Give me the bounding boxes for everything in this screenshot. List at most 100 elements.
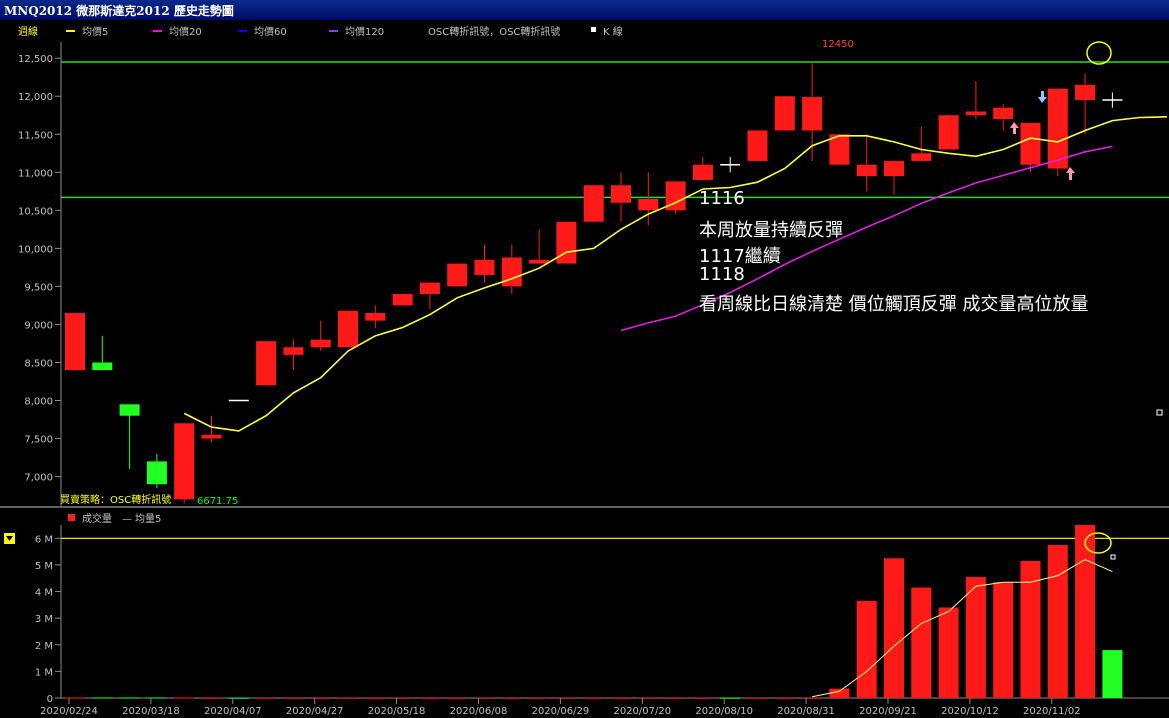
candle-body	[474, 259, 495, 275]
candle	[556, 221, 577, 264]
candle	[174, 423, 195, 504]
volume-legend: 成交量	[82, 512, 112, 525]
volume-bar	[392, 697, 413, 699]
legend-label: 均價60	[254, 25, 287, 38]
candle-body	[965, 111, 986, 116]
y-tick-label: 4 M	[35, 588, 53, 599]
y-tick-label: 0	[47, 694, 53, 705]
volume-bar	[256, 697, 277, 699]
candle	[1047, 88, 1068, 177]
volume-bar	[310, 697, 331, 699]
volume-legend-swatch	[68, 514, 75, 521]
panel-divider[interactable]	[0, 506, 1169, 508]
candle-body	[856, 164, 877, 177]
volume-bar	[501, 697, 522, 699]
candle-body	[392, 294, 413, 306]
candle-body	[611, 185, 631, 203]
x-tick-label: 2020/04/07	[204, 706, 262, 717]
candle-body	[774, 96, 795, 131]
y-tick-label: 5 M	[35, 561, 53, 572]
volume-bar	[92, 697, 113, 699]
candle-body	[747, 130, 768, 161]
candle-body	[65, 313, 85, 371]
candle	[665, 181, 686, 215]
candle-body	[556, 221, 577, 264]
volume-legend-dash: —	[122, 514, 132, 525]
candle-body	[692, 164, 713, 180]
candle	[256, 341, 277, 386]
x-tick-label: 2020/07/20	[613, 706, 671, 717]
annotation-line: 1118	[699, 264, 745, 285]
x-tick-label: 2020/05/18	[368, 706, 426, 717]
window-titlebar: MNQ2012 微那斯達克2012 歷史走勢圖	[0, 0, 1169, 20]
candle-body	[283, 347, 304, 355]
volume-bar	[938, 607, 959, 698]
volume-bar	[884, 558, 904, 698]
candle-body	[119, 404, 140, 416]
chart-canvas: 週線 均價5 均價20 均價60 均價120 OSC轉折訊號，OSC轉折訊號 K 線 7,…	[0, 20, 1169, 718]
candle-body	[993, 107, 1014, 120]
x-tick-label: 2020/06/29	[532, 706, 590, 717]
volume-bar	[720, 697, 741, 699]
volume-bar	[802, 697, 823, 699]
y-tick-label: 10,500	[18, 206, 53, 217]
candle	[392, 294, 413, 306]
candle	[747, 130, 768, 161]
y-tick-label: 2 M	[35, 641, 53, 652]
volume-bar	[1047, 544, 1068, 698]
volume-bar	[829, 688, 850, 698]
window-title: MNQ2012 微那斯達克2012 歷史走勢圖	[4, 4, 234, 18]
volume-bar	[774, 697, 795, 699]
y-tick-label: 12,500	[18, 54, 53, 65]
candle-body	[884, 160, 904, 177]
legend-label: 均價20	[169, 25, 202, 38]
x-tick-label: 2020/08/10	[695, 706, 753, 717]
volume-bar	[474, 697, 495, 699]
volume-bar	[556, 697, 577, 699]
candle-body	[146, 461, 167, 485]
x-tick-label: 2020/04/27	[286, 706, 344, 717]
volume-bar	[174, 697, 195, 699]
candle	[338, 310, 358, 348]
volume-bar	[65, 697, 85, 699]
y-tick-label: 12,000	[18, 92, 53, 103]
y-tick-label: 9,500	[24, 282, 53, 293]
volume-bar	[747, 697, 768, 699]
legend-label: 均價5	[82, 25, 108, 38]
candle-body	[1047, 88, 1068, 169]
y-tick-label: 11,500	[18, 130, 53, 141]
volume-bar	[283, 697, 304, 699]
candle-body	[338, 310, 358, 348]
candle-body	[1020, 122, 1041, 165]
annotation-line: 1116	[699, 188, 745, 209]
y-tick-label: 3 M	[35, 614, 53, 625]
volume-bar	[447, 697, 468, 699]
candle	[65, 313, 85, 371]
volume-bar	[1020, 560, 1041, 698]
y-tick-label: 11,000	[18, 168, 53, 179]
candle-body	[802, 97, 823, 131]
y-tick-label: 7,500	[24, 435, 53, 446]
x-tick-label: 2020/02/24	[40, 706, 98, 717]
candle	[583, 185, 604, 222]
x-tick-label: 2020/10/12	[941, 706, 999, 717]
candle-body	[583, 185, 604, 222]
y-tick-label: 10,000	[18, 244, 53, 255]
volume-bar	[965, 576, 986, 698]
x-tick-label: 2020/11/02	[1023, 706, 1081, 717]
y-tick-label: 8,000	[24, 397, 53, 408]
volume-bar	[529, 697, 550, 699]
annotation-line: 本周放量持續反彈	[699, 220, 843, 241]
candle	[938, 115, 959, 150]
candle-body	[419, 282, 440, 295]
legend-label: 均價120	[345, 25, 384, 38]
y-tick-label: 6 M	[35, 534, 53, 545]
volume-bar	[856, 600, 877, 698]
candle-body	[310, 339, 331, 348]
x-tick-label: 2020/03/18	[122, 706, 180, 717]
volume-bar	[365, 697, 386, 699]
x-tick-label: 2020/06/08	[450, 706, 508, 717]
candle-body	[256, 341, 277, 386]
volume-bar	[911, 587, 932, 698]
candle-body	[938, 115, 959, 150]
